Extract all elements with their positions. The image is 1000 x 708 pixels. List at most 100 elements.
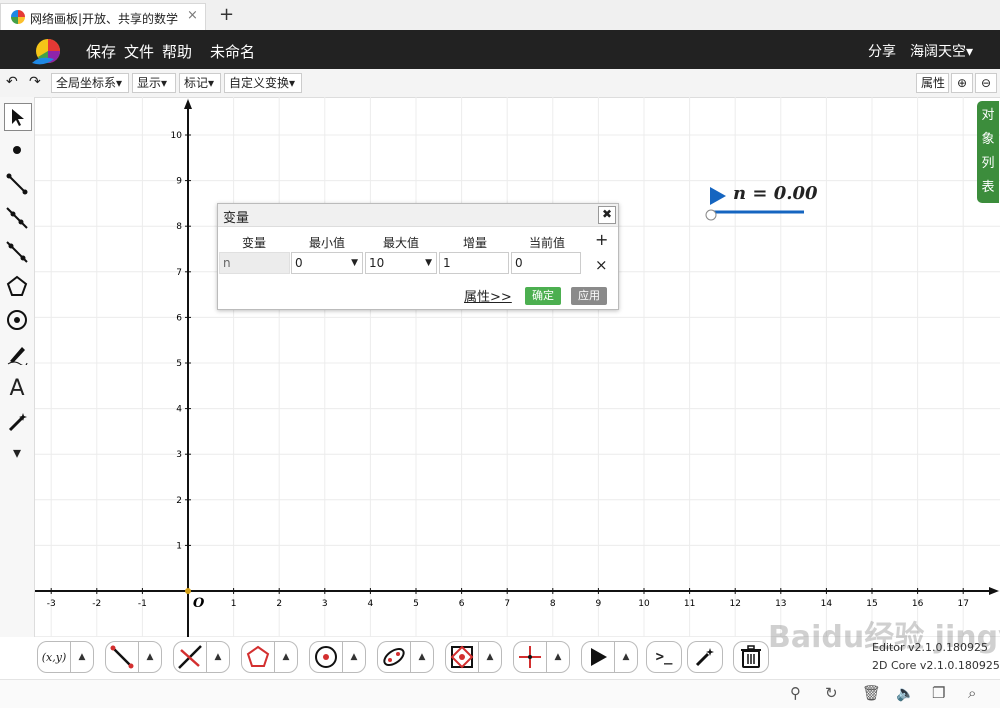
line-icon[interactable] [4, 239, 30, 265]
zoom-in-icon[interactable]: ⊕ [951, 73, 973, 93]
mark-menu[interactable]: 标记▾ [179, 73, 221, 93]
magic-wand-icon[interactable] [4, 409, 30, 435]
y-tick-label: 2 [176, 496, 182, 506]
share-button[interactable]: 分享 [868, 41, 896, 61]
conic-tool-arrow[interactable]: ▲ [410, 641, 434, 673]
segment-icon[interactable] [4, 171, 30, 197]
circle-tool-arrow[interactable]: ▲ [342, 641, 366, 673]
display-menu[interactable]: 显示▾ [132, 73, 176, 93]
step-input[interactable]: 1 [439, 252, 509, 274]
tool-palette: A ▾ [0, 97, 35, 637]
delete-variable-icon[interactable]: × [595, 256, 608, 274]
new-tab-button[interactable]: + [219, 4, 234, 25]
browser-tab[interactable]: 网络画板|开放、共享的数学 × [0, 3, 206, 30]
segment-tool-button[interactable] [105, 641, 139, 673]
circle-icon[interactable] [4, 307, 30, 333]
editor-version: Editor v2.1.0.180925 [872, 641, 989, 654]
y-tick-label: 3 [176, 450, 182, 460]
polygon-icon[interactable] [4, 273, 30, 299]
status-bar: ⚲ ↻ 🗑 🔈 ❐ ⌕ [0, 679, 1000, 708]
tab-close-icon[interactable]: × [187, 8, 198, 23]
trash-bin-icon[interactable]: 🗑 [862, 684, 881, 702]
add-variable-button[interactable]: + [595, 230, 608, 249]
polygon-tool-arrow[interactable]: ▲ [274, 641, 298, 673]
x-tick-label: 13 [775, 599, 786, 609]
point-icon[interactable] [4, 137, 30, 163]
play-tool-arrow[interactable]: ▲ [614, 641, 638, 673]
conic-tool-icon [383, 648, 405, 666]
current-value-input[interactable]: 0 [511, 252, 581, 274]
zoom-out-icon[interactable]: ⊖ [975, 73, 997, 93]
properties-button[interactable]: 属性 [916, 73, 949, 93]
coordinate-tool-button[interactable]: (x,y) [37, 641, 71, 673]
coordinate-icon: (x,y) [41, 650, 67, 664]
text-icon[interactable]: A [4, 375, 30, 401]
x-tick-label: 15 [866, 599, 877, 609]
axis-tool-arrow[interactable]: ▲ [546, 641, 570, 673]
variable-name-field[interactable]: n [219, 252, 290, 274]
undo-icon[interactable]: ↶ [2, 73, 24, 93]
slider-value-label: n = 0.00 [733, 183, 818, 204]
slider-track[interactable] [704, 207, 808, 221]
command-tool-button[interactable]: >_ [646, 641, 682, 673]
transform-tool-arrow[interactable]: ▲ [478, 641, 502, 673]
perpendicular-tool-arrow[interactable]: ▲ [206, 641, 230, 673]
y-tick-label: 5 [176, 359, 182, 369]
x-tick-label: 5 [413, 599, 419, 609]
dialog-close-button[interactable]: ✖ [598, 206, 616, 224]
x-tick-label: 6 [459, 599, 465, 609]
origin-point[interactable] [185, 588, 191, 594]
slider-handle[interactable] [705, 209, 717, 221]
min-select[interactable]: 0 ▼ [291, 252, 363, 274]
max-select[interactable]: 10 ▼ [365, 252, 437, 274]
document-name[interactable]: 未命名 [210, 41, 255, 62]
object-list-tab[interactable]: 对象列表 [977, 101, 999, 203]
search-icon[interactable]: ⌕ [968, 684, 976, 702]
dialog-header[interactable]: 变量 ✖ [218, 204, 618, 227]
pin-icon[interactable]: ⚲ [790, 684, 801, 702]
x-tick-label: 1 [231, 599, 237, 609]
magic-tool-button[interactable] [687, 641, 723, 673]
x-tick-label: 12 [729, 599, 740, 609]
x-axis-arrow [989, 587, 999, 595]
transform-tool-button[interactable] [445, 641, 479, 673]
circle-tool-button[interactable] [309, 641, 343, 673]
drawing-canvas[interactable]: -3 -2 -1 1 2 3 4 5 6 7 8 9 10 11 12 13 14 15 16 17123456789… [35, 97, 1000, 637]
y-tick-label: 8 [176, 222, 182, 232]
polygon-tool-button[interactable] [241, 641, 275, 673]
segment-tool-icon [110, 645, 134, 669]
menu-help[interactable]: 帮助 [162, 41, 192, 62]
app-logo-icon [32, 39, 60, 65]
apply-button[interactable]: 应用 [571, 287, 607, 305]
coordinate-system-menu[interactable]: 全局坐标系▾ [51, 73, 129, 93]
delete-tool-button[interactable] [733, 641, 769, 673]
conic-tool-button[interactable] [377, 641, 411, 673]
refresh-icon[interactable]: ↻ [825, 684, 838, 702]
ray-icon[interactable] [4, 205, 30, 231]
polygon-tool-icon [246, 645, 270, 667]
x-tick-label: 10 [638, 599, 650, 609]
coordinate-tool-arrow[interactable]: ▲ [70, 641, 94, 673]
menu-file[interactable]: 文件 [124, 41, 154, 62]
more-down-icon[interactable]: ▾ [4, 439, 30, 465]
window-icon[interactable]: ❐ [932, 684, 945, 702]
variable-dialog: 变量 ✖ 变量 最小值 最大值 增量 当前值 + n 0 ▼ 10 ▼ 1 0 × … [217, 203, 619, 310]
properties-link[interactable]: 属性>> [464, 286, 512, 305]
user-menu[interactable]: 海阔天空▾ [910, 41, 973, 61]
ok-button[interactable]: 确定 [525, 287, 561, 305]
x-tick-label: 17 [957, 599, 968, 609]
pen-icon[interactable] [4, 341, 30, 367]
play-icon[interactable] [708, 186, 728, 206]
speaker-icon[interactable]: 🔈 [896, 684, 915, 702]
play-tool-button[interactable] [581, 641, 615, 673]
custom-transform-menu[interactable]: 自定义变换▾ [224, 73, 302, 93]
segment-tool-arrow[interactable]: ▲ [138, 641, 162, 673]
axis-tool-button[interactable] [513, 641, 547, 673]
select-arrow-icon[interactable] [4, 103, 32, 131]
redo-icon[interactable]: ↷ [25, 73, 47, 93]
x-tick-label: -2 [92, 599, 101, 609]
perpendicular-tool-button[interactable] [173, 641, 207, 673]
menu-save[interactable]: 保存 [86, 41, 116, 62]
x-tick-label: -3 [47, 599, 56, 609]
x-tick-label: 4 [368, 599, 374, 609]
